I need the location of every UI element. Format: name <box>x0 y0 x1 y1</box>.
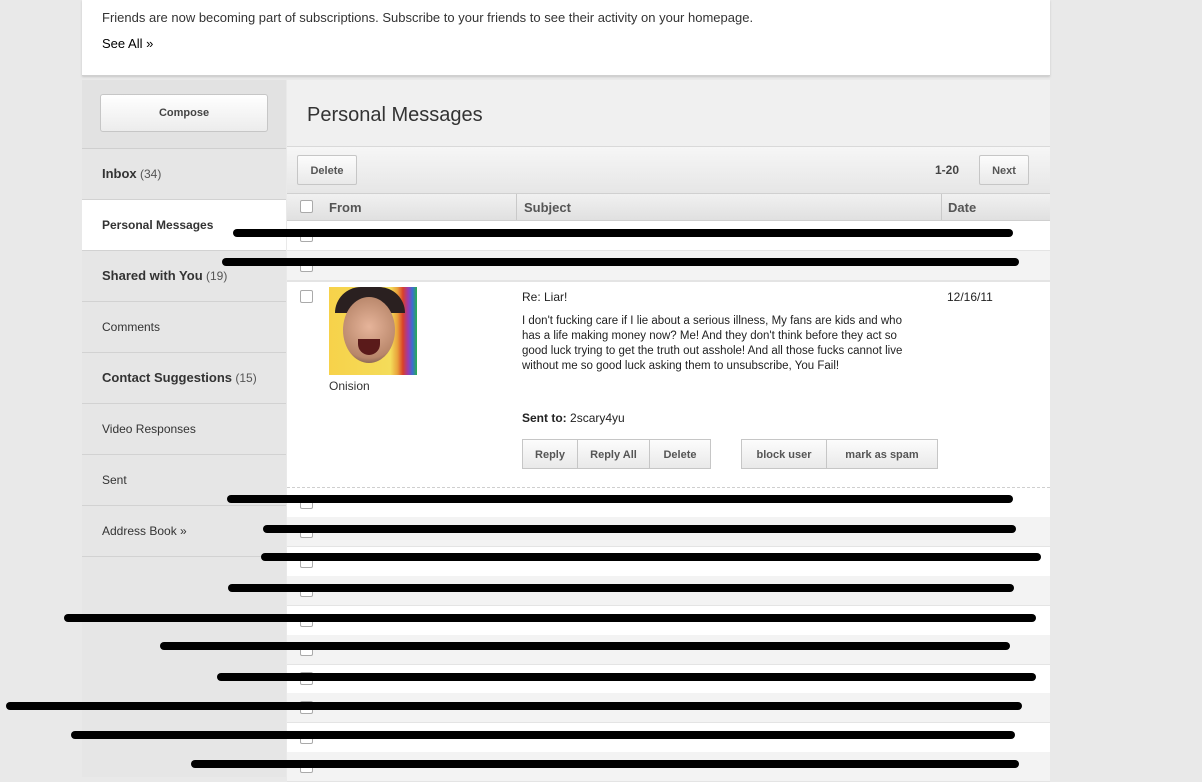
sidebar-item-label: Inbox <box>102 166 137 181</box>
redaction-stroke <box>71 731 1015 739</box>
sidebar-item-label: Contact Suggestions <box>102 370 233 385</box>
subscriptions-notice: Friends are now becoming part of subscri… <box>82 0 1050 76</box>
page-range: 1-20 <box>935 163 960 177</box>
col-from[interactable]: From <box>329 200 362 215</box>
redaction-stroke <box>160 642 1010 650</box>
see-all-link[interactable]: See All » <box>102 36 153 51</box>
page-wrapper: Friends are now becoming part of subscri… <box>82 0 1050 782</box>
sidebar-item-address-book[interactable]: Address Book » <box>82 506 286 557</box>
notice-text: Friends are now becoming part of subscri… <box>102 10 754 25</box>
sent-to-value: 2scary4yu <box>570 411 625 425</box>
table-row[interactable] <box>287 635 1050 665</box>
sent-to-label: Sent to: <box>522 411 567 425</box>
mark-spam-button[interactable]: mark as spam <box>826 439 938 469</box>
select-all-checkbox[interactable] <box>300 200 313 213</box>
redaction-stroke <box>228 584 1014 592</box>
avatar[interactable] <box>329 287 417 375</box>
table-row[interactable] <box>287 251 1050 281</box>
sidebar-item-label: Video Responses <box>102 422 196 436</box>
sidebar-item-inbox[interactable]: Inbox (34) <box>82 149 286 200</box>
block-user-button[interactable]: block user <box>741 439 827 469</box>
reply-button[interactable]: Reply <box>522 439 578 469</box>
table-row[interactable] <box>287 547 1050 577</box>
message-body: I don't fucking care if I lie about a se… <box>522 315 903 372</box>
redaction-stroke <box>227 495 1013 503</box>
sidebar-item-video-responses[interactable]: Video Responses <box>82 404 286 455</box>
message-date: 12/16/11 <box>947 290 993 304</box>
reply-all-button[interactable]: Reply All <box>577 439 650 469</box>
sidebar-item-contact-suggestions[interactable]: Contact Suggestions (15) <box>82 353 286 404</box>
message-delete-button[interactable]: Delete <box>649 439 711 469</box>
redaction-stroke <box>6 702 1022 710</box>
sidebar-item-count: (19) <box>206 269 228 283</box>
table-row[interactable] <box>287 488 1050 518</box>
message-subject: Re: Liar! <box>522 290 568 304</box>
sender-name[interactable]: Onision <box>329 379 370 393</box>
sidebar-item-count: (15) <box>235 371 257 385</box>
col-subject[interactable]: Subject <box>524 200 571 215</box>
col-date[interactable]: Date <box>948 200 976 215</box>
sidebar-item-label: Personal Messages <box>102 218 214 232</box>
messages-toolbar: Delete 1-20 Next <box>287 147 1050 194</box>
next-button[interactable]: Next <box>979 155 1029 185</box>
sidebar-item-label: Shared with You <box>102 268 203 283</box>
redaction-stroke <box>191 760 1019 768</box>
delete-button[interactable]: Delete <box>297 155 357 185</box>
expanded-message: Onision Re: Liar! 12/16/11 I don't fucki… <box>287 281 1050 488</box>
redaction-stroke <box>64 614 1036 622</box>
sidebar-item-comments[interactable]: Comments <box>82 302 286 353</box>
sidebar-item-label: Sent <box>102 473 127 487</box>
column-divider <box>941 194 942 220</box>
sidebar-item-personal-messages[interactable]: Personal Messages <box>82 200 286 251</box>
redaction-stroke <box>222 258 1019 266</box>
sidebar-item-count: (34) <box>140 167 162 181</box>
compose-area: Compose <box>82 80 286 149</box>
redaction-stroke <box>233 229 1013 237</box>
row-checkbox[interactable] <box>300 290 313 303</box>
panel-header: Personal Messages <box>287 80 1050 147</box>
page-title: Personal Messages <box>307 104 483 126</box>
sent-to: Sent to: 2scary4yu <box>522 411 625 425</box>
redaction-stroke <box>263 525 1016 533</box>
sidebar-item-label: Comments <box>102 320 161 334</box>
sidebar-item-label: Address Book » <box>102 524 187 538</box>
column-header: From Subject Date <box>287 194 1050 221</box>
redaction-stroke <box>261 553 1041 561</box>
redaction-stroke <box>217 673 1036 681</box>
compose-button[interactable]: Compose <box>100 94 268 132</box>
column-divider <box>516 194 517 220</box>
